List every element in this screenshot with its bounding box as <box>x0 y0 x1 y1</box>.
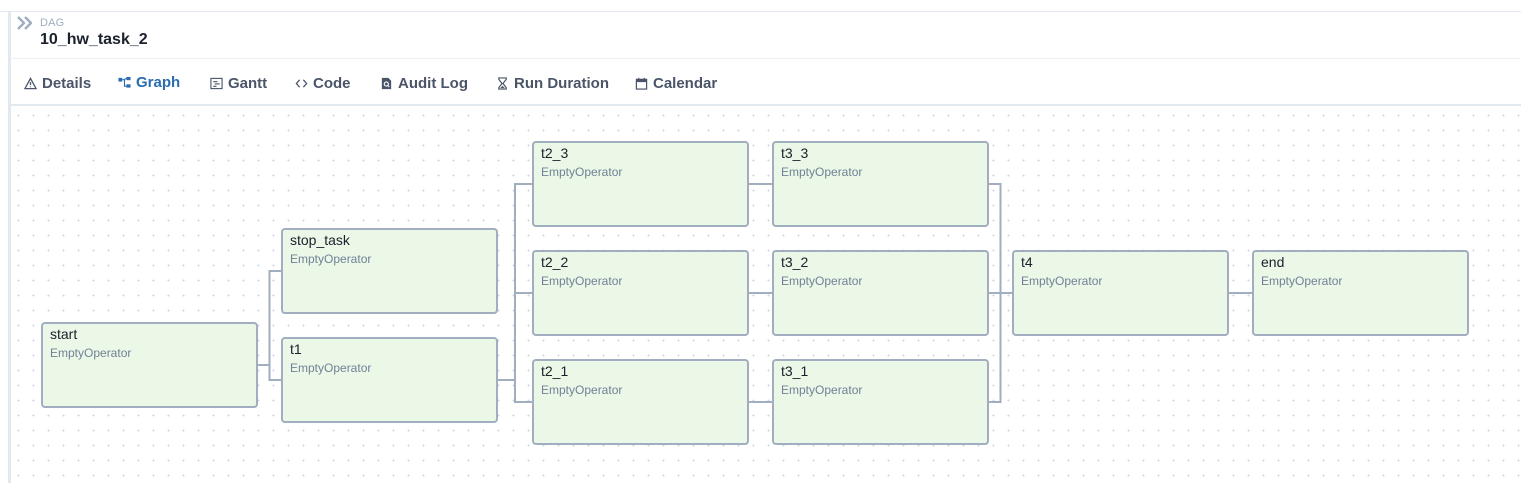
task-operator: EmptyOperator <box>50 346 132 360</box>
tab-graph[interactable]: Graph <box>105 60 195 106</box>
task-operator: EmptyOperator <box>290 361 372 375</box>
task-node-t3_2[interactable]: t3_2 EmptyOperator <box>772 250 989 336</box>
tab-label: Calendar <box>653 74 718 92</box>
task-operator: EmptyOperator <box>1021 274 1103 288</box>
task-node-start[interactable]: start EmptyOperator <box>41 322 258 408</box>
hourglass-icon <box>498 76 507 90</box>
tabs-divider <box>11 104 1521 106</box>
tab-code[interactable]: Code <box>295 60 357 106</box>
calendar-icon <box>635 77 648 90</box>
edge-t1-to-t2_2 <box>498 292 532 381</box>
warning-triangle-icon <box>24 76 37 89</box>
dag-graph-canvas[interactable]: start EmptyOperator stop_task EmptyOperator… <box>11 108 1521 483</box>
task-id: t2_2 <box>541 254 569 270</box>
tab-bar: Details Graph Gantt Code Audit Log Run D… <box>11 60 1521 106</box>
tab-details[interactable]: Details <box>24 60 97 106</box>
task-node-t4[interactable]: t4 EmptyOperator <box>1012 250 1229 336</box>
task-operator: EmptyOperator <box>290 252 372 266</box>
document-search-icon <box>381 77 392 89</box>
gantt-chart-icon <box>210 77 223 89</box>
task-node-t3_3[interactable]: t3_3 EmptyOperator <box>772 141 989 227</box>
edge-start-to-t1 <box>258 364 281 381</box>
task-id: t2_1 <box>541 363 569 379</box>
task-id: end <box>1261 254 1285 270</box>
task-operator: EmptyOperator <box>541 383 623 397</box>
edge-t3_3-to-t4 <box>989 183 1012 294</box>
tab-label: Graph <box>136 73 181 91</box>
task-id: stop_task <box>290 232 350 248</box>
task-operator: EmptyOperator <box>781 165 863 179</box>
task-node-t3_1[interactable]: t3_1 EmptyOperator <box>772 359 989 445</box>
task-operator: EmptyOperator <box>541 274 623 288</box>
tab-label: Gantt <box>228 74 268 92</box>
edge-t3_1-to-t4 <box>989 292 1012 403</box>
edge-t1-to-t2_1 <box>498 379 532 403</box>
tab-label: Audit Log <box>398 74 468 92</box>
tab-audit-log[interactable]: Audit Log <box>380 60 470 106</box>
tab-label: Run Duration <box>514 74 609 92</box>
task-id: t3_3 <box>781 145 809 161</box>
chevron-double-right-icon[interactable] <box>16 15 34 31</box>
edge-start-to-stop_task <box>258 270 281 366</box>
task-operator: EmptyOperator <box>541 165 623 179</box>
task-operator: EmptyOperator <box>781 274 863 288</box>
task-operator: EmptyOperator <box>781 383 863 397</box>
task-id: t1 <box>290 341 302 357</box>
task-id: t3_1 <box>781 363 809 379</box>
breadcrumb-label: DAG <box>40 17 65 29</box>
task-node-end[interactable]: end EmptyOperator <box>1252 250 1469 336</box>
task-operator: EmptyOperator <box>1261 274 1343 288</box>
tab-label: Code <box>313 74 351 92</box>
code-brackets-icon <box>295 78 308 88</box>
graph-nodes-icon <box>118 76 131 88</box>
task-node-t2_1[interactable]: t2_1 EmptyOperator <box>532 359 749 445</box>
task-node-t1[interactable]: t1 EmptyOperator <box>281 337 498 423</box>
task-id: t4 <box>1021 254 1033 270</box>
task-node-t2_3[interactable]: t2_3 EmptyOperator <box>532 141 749 227</box>
task-id: start <box>50 326 78 342</box>
tab-label: Details <box>42 74 92 92</box>
tab-gantt[interactable]: Gantt <box>210 60 272 106</box>
tab-calendar[interactable]: Calendar <box>635 60 720 106</box>
task-node-stop_task[interactable]: stop_task EmptyOperator <box>281 228 498 314</box>
dag-header: DAG 10_hw_task_2 <box>11 12 1521 59</box>
task-node-t2_2[interactable]: t2_2 EmptyOperator <box>532 250 749 336</box>
tab-run-duration[interactable]: Run Duration <box>496 60 611 106</box>
task-id: t2_3 <box>541 145 569 161</box>
task-id: t3_2 <box>781 254 809 270</box>
dag-title[interactable]: 10_hw_task_2 <box>40 31 148 49</box>
